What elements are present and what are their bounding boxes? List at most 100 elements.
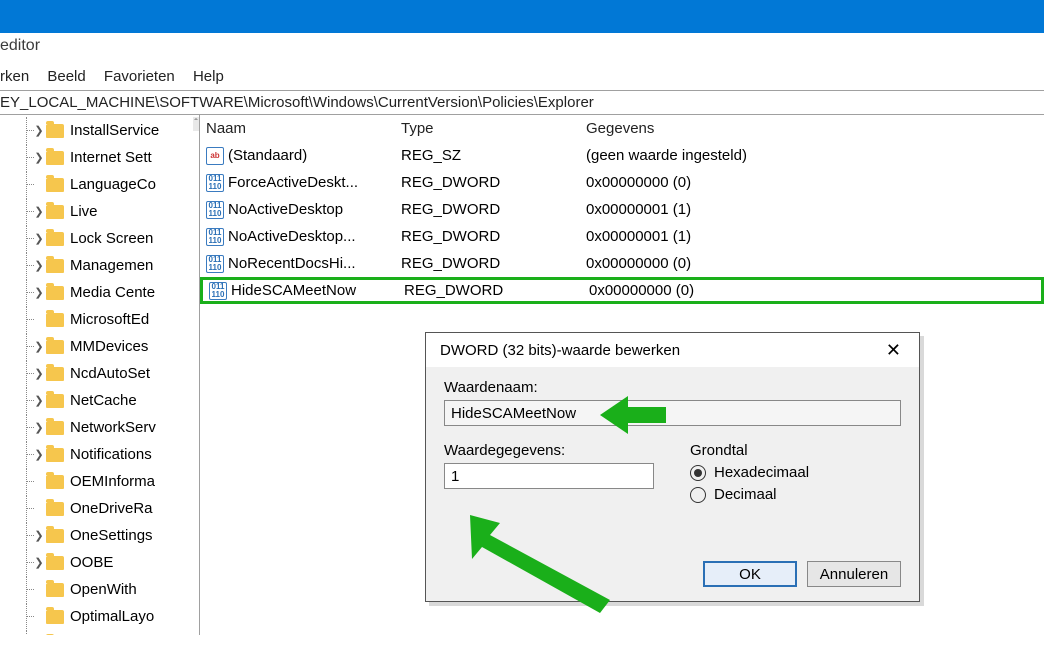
list-row[interactable]: 011110ForceActiveDeskt...REG_DWORD0x0000… (200, 169, 1044, 196)
close-icon[interactable]: ✕ (878, 338, 909, 363)
tree-item-label: NetworkServ (70, 419, 156, 436)
tree-item[interactable]: ❯Managemen (0, 252, 199, 279)
tree-item-label: Live (70, 203, 98, 220)
string-value-icon: ab (206, 147, 224, 165)
folder-icon (46, 313, 64, 327)
tree-item[interactable]: OEMInforma (0, 468, 199, 495)
tree-item[interactable]: ❯Notifications (0, 441, 199, 468)
value-data-field[interactable] (444, 463, 654, 489)
tree-item-label: OptimalLayo (70, 608, 154, 625)
value-data-label: Waardegegevens: (444, 442, 654, 459)
tree-item[interactable]: OptimalLayo (0, 603, 199, 630)
ok-button[interactable]: OK (703, 561, 797, 587)
value-type: REG_DWORD (404, 282, 589, 299)
value-name-label: Waardenaam: (444, 379, 901, 396)
radio-dec-label: Decimaal (714, 486, 777, 503)
folder-icon (46, 394, 64, 408)
folder-icon (46, 475, 64, 489)
folder-icon (46, 340, 64, 354)
dword-value-icon: 011110 (206, 201, 224, 219)
tree-item-label: OneDriveRa (70, 500, 153, 517)
radio-hex[interactable]: Hexadecimaal (690, 464, 809, 481)
folder-icon (46, 529, 64, 543)
base-label: Grondtal (690, 442, 809, 459)
tree-item[interactable]: ❯OneSettings (0, 522, 199, 549)
menu-item[interactable]: rken (0, 68, 29, 85)
tree-item[interactable]: ❯Internet Sett (0, 144, 199, 171)
menu-item[interactable]: Favorieten (104, 68, 175, 85)
menu-bar: rken Beeld Favorieten Help (0, 65, 1044, 90)
value-name: NoActiveDesktop (228, 201, 343, 218)
folder-icon (46, 286, 64, 300)
folder-icon (46, 205, 64, 219)
tree-item-label: Managemen (70, 257, 153, 274)
value-data: 0x00000001 (1) (586, 201, 1044, 218)
tree-item[interactable]: ❯NetworkServ (0, 414, 199, 441)
value-data: 0x00000001 (1) (586, 228, 1044, 245)
radio-hex-label: Hexadecimaal (714, 464, 809, 481)
radio-dec[interactable]: Decimaal (690, 486, 809, 503)
folder-icon (46, 124, 64, 138)
value-type: REG_SZ (401, 147, 586, 164)
value-type: REG_DWORD (401, 174, 586, 191)
value-data: 0x00000000 (0) (586, 174, 1044, 191)
window-title-fragment: editor (0, 33, 1044, 65)
radio-icon (690, 465, 706, 481)
column-header-data[interactable]: Gegevens (586, 120, 1044, 137)
tree-item[interactable]: ❯OOBE (0, 549, 199, 576)
list-row[interactable]: ab(Standaard)REG_SZ(geen waarde ingestel… (200, 142, 1044, 169)
tree-item[interactable]: ❯Parental Cor (0, 630, 199, 635)
folder-icon (46, 583, 64, 597)
list-row[interactable]: 011110NoActiveDesktop...REG_DWORD0x00000… (200, 223, 1044, 250)
list-row[interactable]: 011110NoRecentDocsHi...REG_DWORD0x000000… (200, 250, 1044, 277)
menu-item[interactable]: Help (193, 68, 224, 85)
value-name: (Standaard) (228, 147, 307, 164)
tree-item-label: Notifications (70, 446, 152, 463)
tree-item[interactable]: ❯NcdAutoSet (0, 360, 199, 387)
cancel-button[interactable]: Annuleren (807, 561, 901, 587)
tree-item[interactable]: LanguageCo (0, 171, 199, 198)
tree-item-label: MMDevices (70, 338, 148, 355)
tree-item-label: OOBE (70, 554, 113, 571)
tree-item[interactable]: ❯Live (0, 198, 199, 225)
tree-item-label: OEMInforma (70, 473, 155, 490)
dialog-title: DWORD (32 bits)-waarde bewerken (440, 342, 680, 359)
list-row[interactable]: 011110HideSCAMeetNow REG_DWORD0x00000000 … (200, 277, 1044, 304)
tree-item[interactable]: OneDriveRa (0, 495, 199, 522)
tree-item-label: LanguageCo (70, 176, 156, 193)
tree-item[interactable]: ❯Media Cente (0, 279, 199, 306)
value-data: 0x00000000 (0) (589, 282, 1041, 299)
folder-icon (46, 367, 64, 381)
value-name: HideSCAMeetNow (231, 282, 356, 299)
value-type: REG_DWORD (401, 201, 586, 218)
list-row[interactable]: 011110NoActiveDesktop REG_DWORD0x00000001… (200, 196, 1044, 223)
tree-item-label: Lock Screen (70, 230, 153, 247)
dword-value-icon: 011110 (206, 255, 224, 273)
tree-item[interactable]: MicrosoftEd (0, 306, 199, 333)
tree-item[interactable]: ❯NetCache (0, 387, 199, 414)
tree-item-label: InstallService (70, 122, 159, 139)
folder-icon (46, 448, 64, 462)
address-bar[interactable]: EY_LOCAL_MACHINE\SOFTWARE\Microsoft\Wind… (0, 90, 1044, 115)
folder-icon (46, 178, 64, 192)
tree-pane[interactable]: ˆ ❯InstallService❯Internet SettLanguageC… (0, 115, 200, 635)
folder-icon (46, 556, 64, 570)
folder-icon (46, 259, 64, 273)
value-data: 0x00000000 (0) (586, 255, 1044, 272)
value-name-field[interactable] (444, 400, 901, 426)
radio-icon (690, 487, 706, 503)
folder-icon (46, 502, 64, 516)
folder-icon (46, 421, 64, 435)
tree-item[interactable]: ❯InstallService (0, 117, 199, 144)
folder-icon (46, 610, 64, 624)
tree-item-label: OneSettings (70, 527, 153, 544)
tree-item[interactable]: OpenWith (0, 576, 199, 603)
menu-item[interactable]: Beeld (47, 68, 85, 85)
column-header-name[interactable]: Naam (206, 120, 401, 137)
tree-item[interactable]: ❯MMDevices (0, 333, 199, 360)
edit-dword-dialog: DWORD (32 bits)-waarde bewerken ✕ Waarde… (425, 332, 920, 602)
column-header-type[interactable]: Type (401, 120, 586, 137)
tree-item[interactable]: ❯Lock Screen (0, 225, 199, 252)
dword-value-icon: 011110 (209, 282, 227, 300)
list-header: Naam Type Gegevens (200, 115, 1044, 142)
